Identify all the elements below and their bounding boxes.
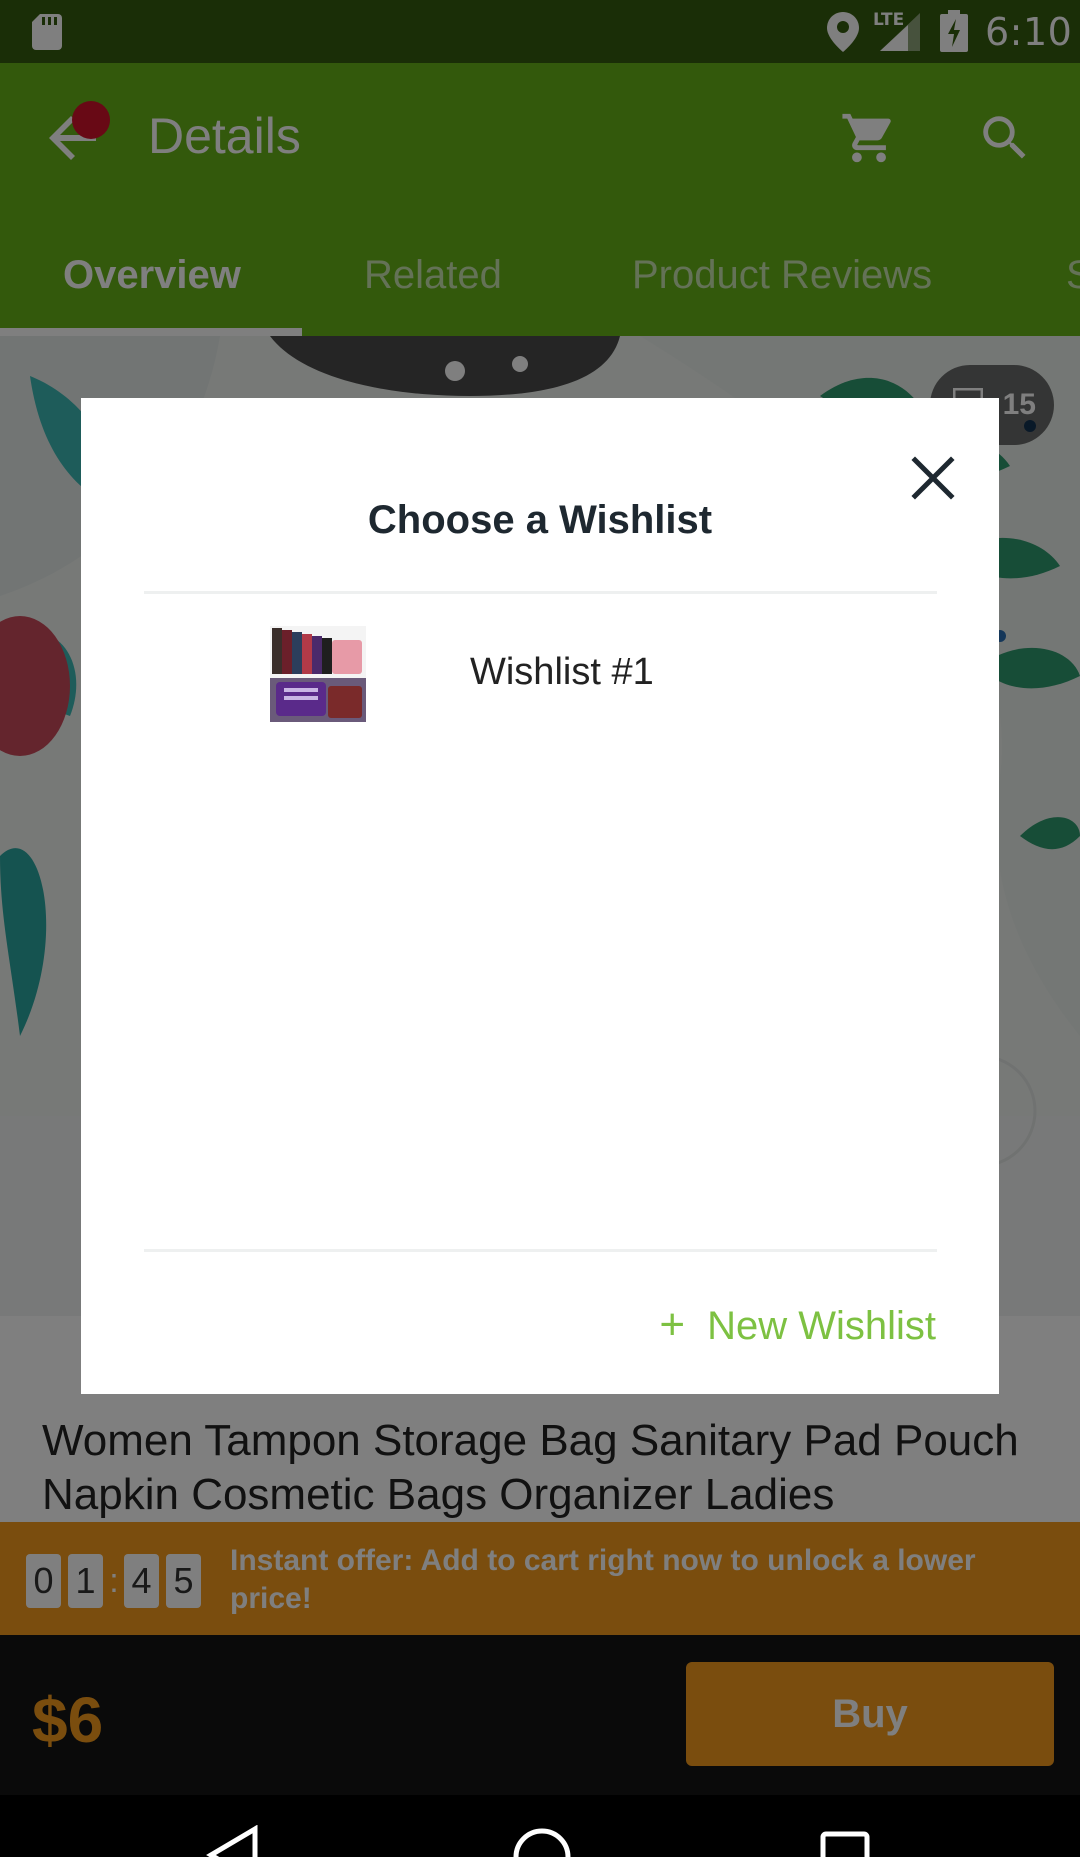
wishlist-item[interactable]: Wishlist #1	[144, 593, 937, 723]
nav-recents-icon[interactable]	[820, 1831, 870, 1857]
dialog-title: Choose a Wishlist	[367, 498, 713, 542]
new-wishlist-button[interactable]: + New Wishlist	[659, 1300, 936, 1350]
wishlist-thumbnail	[270, 626, 366, 722]
wishlist-dialog: Choose a Wishlist Wishlist #1 + New Wish…	[81, 398, 999, 1394]
nav-home-icon[interactable]	[512, 1827, 572, 1857]
nav-back-icon[interactable]	[205, 1825, 261, 1857]
wishlist-thumbnail-image	[270, 626, 366, 722]
new-wishlist-label: New Wishlist	[707, 1304, 936, 1348]
system-nav-bar	[0, 1795, 1080, 1857]
wishlist-name: Wishlist #1	[470, 651, 654, 693]
plus-icon: +	[659, 1300, 686, 1349]
divider	[144, 1249, 937, 1252]
